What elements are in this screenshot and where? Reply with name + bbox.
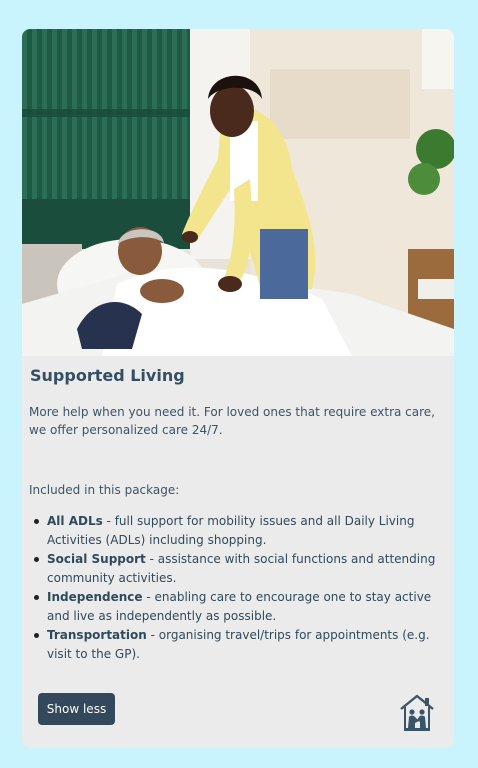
home-care-icon (398, 693, 436, 733)
feature-item: Social Support - assistance with social … (29, 550, 449, 588)
included-label: Included in this package: (29, 483, 180, 497)
feature-item: Transportation - organising travel/trips… (29, 626, 449, 664)
feature-name: Transportation (47, 628, 147, 642)
feature-list: All ADLs - full support for mobility iss… (29, 512, 449, 664)
feature-name: All ADLs (47, 514, 103, 528)
feature-item: All ADLs - full support for mobility iss… (29, 512, 449, 550)
feature-name: Independence (47, 590, 143, 604)
feature-item: Independence - enabling care to encourag… (29, 588, 449, 626)
package-title: Supported Living (30, 366, 185, 385)
care-photo (22, 29, 454, 356)
show-less-button[interactable]: Show less (38, 693, 115, 725)
package-intro: More help when you need it. For loved on… (29, 405, 435, 437)
feature-text: - full support for mobility issues and a… (47, 514, 415, 547)
feature-name: Social Support (47, 552, 146, 566)
package-card: Supported Living More help when you need… (22, 29, 454, 748)
